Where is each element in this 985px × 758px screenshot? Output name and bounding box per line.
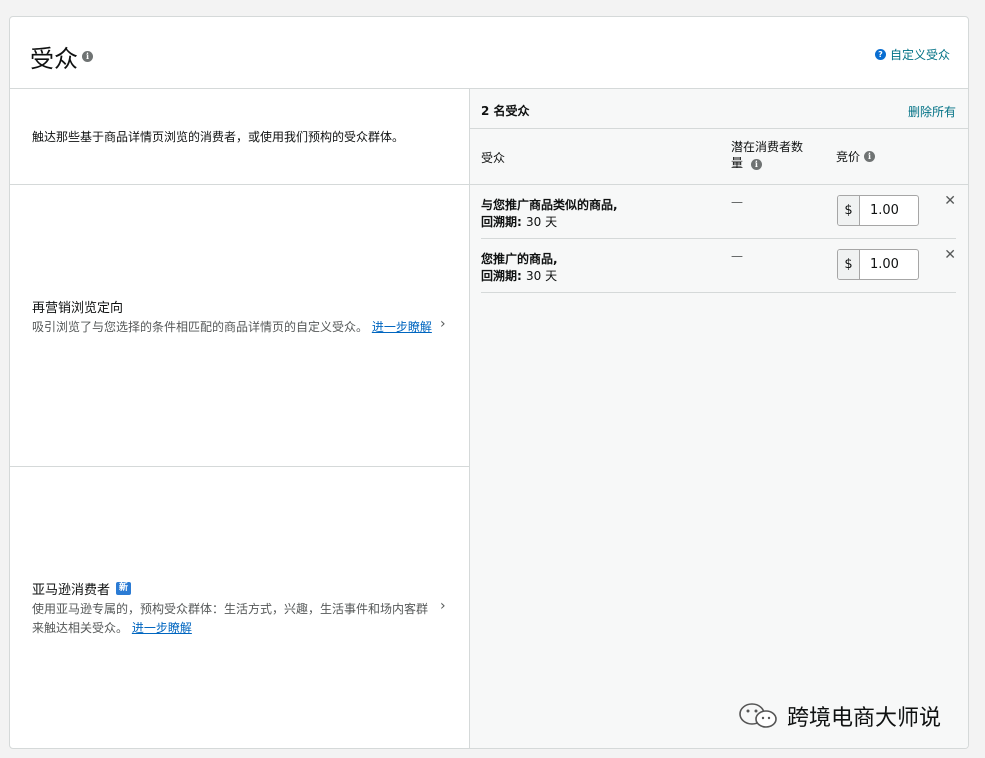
option-description: 吸引浏览了与您选择的条件相匹配的商品详情页的自定义受众。 进一步瞭解 xyxy=(32,318,432,337)
close-icon[interactable]: ✕ xyxy=(944,193,956,209)
table-row: 您推广的商品, 回溯期: 30 天 — $ 1.00 ✕ xyxy=(481,239,956,293)
info-icon[interactable]: i xyxy=(82,51,93,62)
new-badge: 新 xyxy=(116,582,132,595)
column-bid-label: 竞价 xyxy=(836,150,861,164)
column-bid: 竞价 i xyxy=(836,148,876,165)
bid-value[interactable]: 1.00 xyxy=(860,196,918,225)
audience-count: 2 名受众 xyxy=(481,104,530,118)
page-title-text: 受众 xyxy=(30,45,78,73)
bid-input[interactable]: $ 1.00 xyxy=(837,249,919,280)
panel-header: 受众 i ? 自定义受众 xyxy=(10,17,968,89)
lookback-label: 回溯期: xyxy=(481,269,522,283)
option-title-text: 亚马逊消费者 xyxy=(32,583,111,598)
option-title: 再营销浏览定向 xyxy=(32,297,432,316)
close-icon[interactable]: ✕ xyxy=(944,247,956,263)
lookback: 回溯期: 30 天 xyxy=(481,268,558,285)
info-icon[interactable]: i xyxy=(750,159,762,170)
selected-audiences: 2 名受众 删除所有 受众 潜在消费者数量 i 竞价 i 与您推广商品类似的商品… xyxy=(470,89,968,748)
learn-more-link[interactable]: 进一步瞭解 xyxy=(132,621,192,635)
column-audience: 受众 xyxy=(481,151,506,165)
option-desc-text: 使用亚马逊专属的，预构受众群体：生活方式，兴趣，生活事件和场内客群来触达相关受众… xyxy=(32,602,429,635)
option-remarketing-views[interactable]: 再营销浏览定向 吸引浏览了与您选择的条件相匹配的商品详情页的自定义受众。 进一步… xyxy=(10,185,469,467)
custom-audience-link[interactable]: ? 自定义受众 xyxy=(874,46,950,63)
remove-all-button[interactable]: 删除所有 xyxy=(908,103,956,120)
lookback: 回溯期: 30 天 xyxy=(481,214,618,231)
chevron-right-icon[interactable]: › xyxy=(440,598,446,614)
column-potential-label: 潜在消费者数量 xyxy=(731,140,804,170)
audience-name: 您推广的商品, 回溯期: 30 天 xyxy=(481,251,558,285)
audience-panel: 受众 i ? 自定义受众 触达那些基于商品详情页浏览的消费者，或使用我们预构的受… xyxy=(9,16,969,749)
intro-text: 触达那些基于商品详情页浏览的消费者，或使用我们预构的受众群体。 xyxy=(10,89,469,185)
option-amazon-audiences[interactable]: 亚马逊消费者 新 使用亚马逊专属的，预构受众群体：生活方式，兴趣，生活事件和场内… xyxy=(10,467,469,748)
audience-name-text: 您推广的商品, xyxy=(481,252,558,266)
watermark-text: 跨境电商大师说 xyxy=(787,706,942,731)
column-potential: 潜在消费者数量 i xyxy=(731,139,811,171)
wechat-logo-icon xyxy=(739,703,777,728)
potential-value: — xyxy=(731,249,743,263)
currency-symbol: $ xyxy=(838,196,860,225)
lookback-value: 30 天 xyxy=(526,269,558,283)
table-header: 受众 潜在消费者数量 i 竞价 i xyxy=(470,129,968,185)
lookback-value: 30 天 xyxy=(526,215,558,229)
custom-audience-label: 自定义受众 xyxy=(889,48,950,62)
chevron-right-icon[interactable]: › xyxy=(440,316,446,332)
info-icon[interactable]: i xyxy=(864,151,876,162)
table-row: 与您推广商品类似的商品, 回溯期: 30 天 — $ 1.00 ✕ xyxy=(481,185,956,239)
audience-name: 与您推广商品类似的商品, 回溯期: 30 天 xyxy=(481,197,618,231)
audience-options: 触达那些基于商品详情页浏览的消费者，或使用我们预构的受众群体。 再营销浏览定向 … xyxy=(10,89,470,748)
watermark: 跨境电商大师说 xyxy=(737,700,941,732)
currency-symbol: $ xyxy=(838,250,860,279)
lookback-label: 回溯期: xyxy=(481,215,522,229)
audience-name-text: 与您推广商品类似的商品, xyxy=(481,198,618,212)
option-description: 使用亚马逊专属的，预构受众群体：生活方式，兴趣，生活事件和场内客群来触达相关受众… xyxy=(32,600,432,638)
option-title: 亚马逊消费者 新 xyxy=(32,579,432,598)
bid-input[interactable]: $ 1.00 xyxy=(837,195,919,226)
learn-more-link[interactable]: 进一步瞭解 xyxy=(372,320,432,334)
selected-header: 2 名受众 删除所有 xyxy=(470,89,968,129)
option-desc-text: 吸引浏览了与您选择的条件相匹配的商品详情页的自定义受众。 xyxy=(32,320,369,334)
help-icon: ? xyxy=(874,49,886,60)
page-title: 受众 i xyxy=(30,39,93,74)
bid-value[interactable]: 1.00 xyxy=(860,250,918,279)
option-title-text: 再营销浏览定向 xyxy=(32,301,124,316)
potential-value: — xyxy=(731,195,743,209)
